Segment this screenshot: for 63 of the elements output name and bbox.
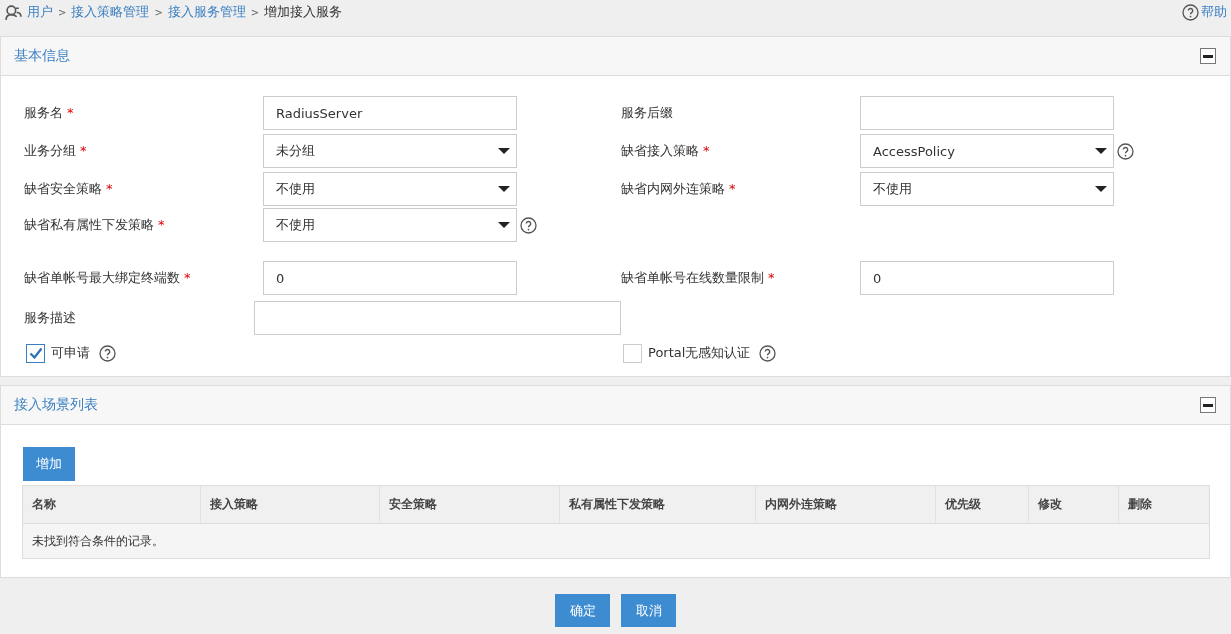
- checkbox-label: 可申请: [51, 344, 90, 362]
- required-mark: *: [158, 217, 165, 232]
- breadcrumb-link[interactable]: 用户: [27, 3, 53, 21]
- required-mark: *: [184, 270, 191, 285]
- breadcrumb-separator: >: [58, 6, 67, 18]
- required-mark: *: [703, 143, 710, 158]
- dropdown[interactable]: 不使用: [263, 172, 517, 206]
- help-link[interactable]: 帮助: [1179, 3, 1227, 21]
- column-header: 私有属性下发策略: [559, 486, 757, 523]
- field-label: 缺省私有属性下发策略: [24, 217, 154, 232]
- breadcrumb-link[interactable]: 接入策略管理: [71, 3, 150, 21]
- column-header: 修改: [1029, 486, 1120, 523]
- field-label: 缺省安全策略: [24, 181, 102, 196]
- required-mark: *: [729, 181, 736, 196]
- empty-message: 未找到符合条件的记录。: [31, 532, 165, 550]
- field-label: 缺省单帐号在线数量限制: [621, 270, 764, 285]
- input-field[interactable]: [253, 301, 621, 335]
- panel-title: 接入场景列表: [14, 396, 98, 414]
- field-label: 服务名: [24, 105, 63, 120]
- input-field[interactable]: RadiusServer: [263, 96, 517, 130]
- dropdown[interactable]: 不使用: [263, 208, 517, 242]
- input-field[interactable]: 0: [860, 261, 1114, 295]
- caret-icon: [1095, 147, 1107, 155]
- field-label: 缺省接入策略: [621, 143, 699, 158]
- caret-icon: [498, 147, 510, 155]
- field-label: 业务分组: [24, 143, 76, 158]
- required-mark: *: [768, 270, 775, 285]
- required-mark: *: [80, 143, 87, 158]
- column-header: 名称: [23, 486, 201, 523]
- required-mark: *: [67, 105, 74, 120]
- breadcrumb-separator: >: [250, 6, 260, 18]
- input-field[interactable]: 0: [263, 261, 517, 295]
- breadcrumb-link[interactable]: 接入服务管理: [167, 3, 246, 21]
- add-button[interactable]: 增加: [23, 447, 75, 481]
- help-icon: [1182, 3, 1199, 21]
- dropdown[interactable]: 不使用: [860, 172, 1114, 206]
- dropdown[interactable]: AccessPolicy: [860, 134, 1114, 168]
- caret-icon: [498, 221, 510, 229]
- collapse-button[interactable]: [1200, 48, 1216, 64]
- required-mark: *: [106, 181, 113, 196]
- column-header: 安全策略: [380, 486, 560, 523]
- breadcrumb-separator: >: [154, 6, 163, 18]
- column-header: 删除: [1127, 496, 1154, 513]
- field-label: 服务后缀: [621, 105, 673, 120]
- dropdown[interactable]: 未分组: [263, 134, 517, 168]
- panel-title: 基本信息: [14, 47, 70, 65]
- column-header: 接入策略: [200, 486, 381, 523]
- caret-icon: [1095, 185, 1107, 193]
- column-header: 优先级: [935, 486, 1030, 523]
- cancel-button[interactable]: 取消: [621, 594, 676, 627]
- users-icon: [5, 3, 22, 21]
- confirm-button[interactable]: 确定: [555, 594, 610, 627]
- column-header: 内网外连策略: [756, 486, 936, 523]
- field-label: 缺省内网外连策略: [621, 181, 725, 196]
- breadcrumb-current: 增加接入服务: [264, 3, 343, 21]
- checkbox[interactable]: [623, 343, 642, 363]
- input-field[interactable]: [860, 96, 1114, 130]
- checkbox-label: Portal无感知认证: [648, 344, 751, 362]
- field-label: 缺省单帐号最大绑定终端数: [24, 270, 180, 285]
- field-label: 服务描述: [24, 310, 76, 325]
- collapse-button[interactable]: [1200, 397, 1216, 413]
- caret-icon: [498, 185, 510, 193]
- checkbox[interactable]: [26, 343, 45, 363]
